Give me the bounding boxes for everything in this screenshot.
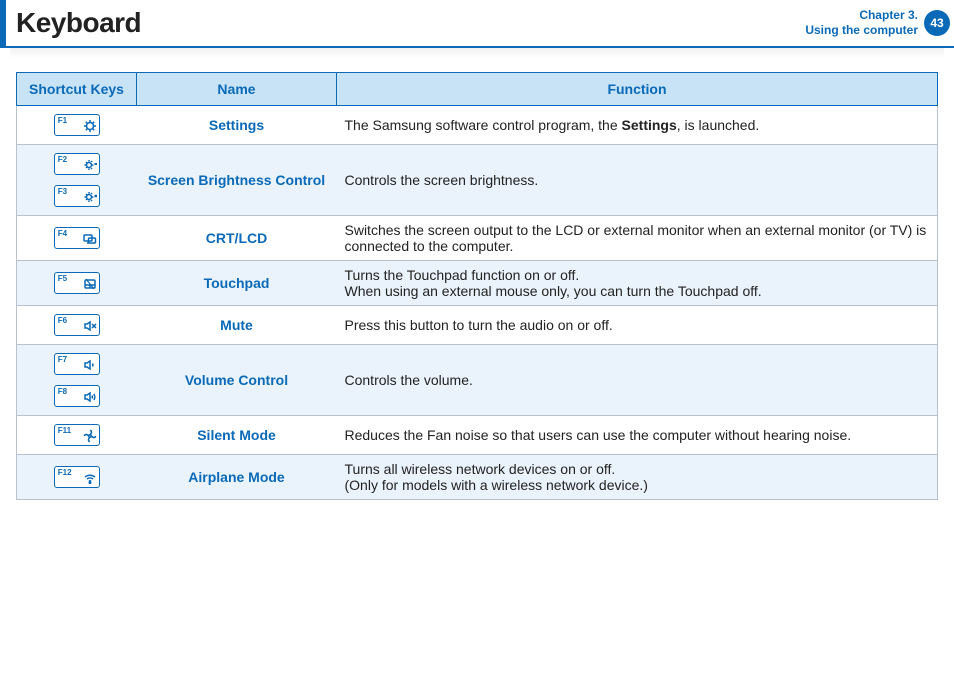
function-cell: Turns the Touchpad function on or off.Wh… [337, 261, 938, 306]
key-label: F1 [58, 117, 67, 125]
header-shadow [10, 48, 944, 58]
col-header-keys: Shortcut Keys [17, 73, 137, 106]
page-number-badge: 43 [924, 10, 950, 36]
key-f12: F12 [54, 466, 100, 488]
table-header-row: Shortcut Keys Name Function [17, 73, 938, 106]
keycell: F11 [17, 416, 137, 455]
function-cell: Reduces the Fan noise so that users can … [337, 416, 938, 455]
function-cell: The Samsung software control program, th… [337, 106, 938, 145]
page-title: Keyboard [16, 7, 141, 39]
bright-down-icon [83, 158, 97, 172]
key-label: F4 [58, 230, 67, 238]
table-row: F12 Airplane ModeTurns all wireless netwo… [17, 455, 938, 500]
page-header: Keyboard Chapter 3. Using the computer 4… [0, 0, 954, 48]
key-label: F12 [58, 469, 72, 477]
wifi-icon [83, 471, 97, 485]
table-row: F2 F3 Screen Brightness ControlControls th… [17, 145, 938, 216]
key-f7: F7 [54, 353, 100, 375]
function-cell: Controls the volume. [337, 345, 938, 416]
keycell: F2 F3 [17, 145, 137, 216]
keycell: F12 [17, 455, 137, 500]
key-label: F3 [58, 188, 67, 196]
table-row: F5 TouchpadTurns the Touchpad function on… [17, 261, 938, 306]
table-row: F4 CRT/LCDSwitches the screen output to t… [17, 216, 938, 261]
key-f2: F2 [54, 153, 100, 175]
name-cell: CRT/LCD [137, 216, 337, 261]
name-cell: Touchpad [137, 261, 337, 306]
key-f6: F6 [54, 314, 100, 336]
key-f11: F11 [54, 424, 100, 446]
mute-icon [83, 319, 97, 333]
fan-icon [83, 429, 97, 443]
key-f3: F3 [54, 185, 100, 207]
keycell: F7 F8 [17, 345, 137, 416]
vol-up-icon [83, 390, 97, 404]
name-cell: Airplane Mode [137, 455, 337, 500]
key-label: F5 [58, 275, 67, 283]
touchpad-icon [83, 277, 97, 291]
table-row: F11 Silent ModeReduces the Fan noise so t… [17, 416, 938, 455]
name-cell: Silent Mode [137, 416, 337, 455]
key-label: F6 [58, 317, 67, 325]
col-header-function: Function [337, 73, 938, 106]
vol-down-icon [83, 358, 97, 372]
settings-icon [83, 119, 97, 133]
chapter-line2: Using the computer [805, 23, 918, 38]
name-cell: Settings [137, 106, 337, 145]
table-row: F6 MutePress this button to turn the audi… [17, 306, 938, 345]
shortcut-table: Shortcut Keys Name Function F1 SettingsTh… [16, 72, 938, 500]
chapter-line1: Chapter 3. [805, 8, 918, 23]
table-row: F1 SettingsThe Samsung software control p… [17, 106, 938, 145]
breadcrumb: Chapter 3. Using the computer 43 [805, 8, 954, 38]
col-header-name: Name [137, 73, 337, 106]
name-cell: Screen Brightness Control [137, 145, 337, 216]
table-row: F7 F8 Volume ControlControls the volume. [17, 345, 938, 416]
name-cell: Mute [137, 306, 337, 345]
keycell: F5 [17, 261, 137, 306]
function-cell: Controls the screen brightness. [337, 145, 938, 216]
function-cell: Switches the screen output to the LCD or… [337, 216, 938, 261]
key-f8: F8 [54, 385, 100, 407]
bright-up-icon [83, 190, 97, 204]
key-f4: F4 [54, 227, 100, 249]
keycell: F4 [17, 216, 137, 261]
key-label: F7 [58, 356, 67, 364]
key-label: F8 [58, 388, 67, 396]
breadcrumb-text: Chapter 3. Using the computer [805, 8, 918, 38]
key-f5: F5 [54, 272, 100, 294]
key-label: F11 [58, 427, 71, 435]
keycell: F1 [17, 106, 137, 145]
key-label: F2 [58, 156, 67, 164]
keycell: F6 [17, 306, 137, 345]
key-f1: F1 [54, 114, 100, 136]
function-cell: Press this button to turn the audio on o… [337, 306, 938, 345]
display-icon [83, 232, 97, 246]
name-cell: Volume Control [137, 345, 337, 416]
function-cell: Turns all wireless network devices on or… [337, 455, 938, 500]
